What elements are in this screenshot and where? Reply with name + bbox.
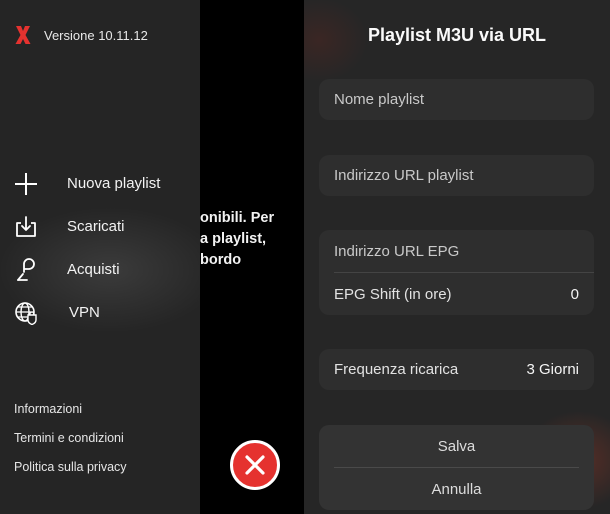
playlist-name-field[interactable]: Nome playlist <box>319 79 594 120</box>
menu-item-downloads[interactable]: Scaricati <box>0 205 200 248</box>
save-button[interactable]: Salva <box>319 425 594 467</box>
link-info[interactable]: Informazioni <box>14 400 127 429</box>
drawer-footer: Informazioni Termini e condizioni Politi… <box>14 400 127 487</box>
brand-header: Versione 10.11.12 <box>14 24 148 46</box>
playlist-url-field[interactable]: Indirizzo URL playlist <box>319 155 594 196</box>
reload-frequency-label: Frequenza ricarica <box>334 361 459 378</box>
epg-shift-label: EPG Shift (in ore) <box>334 285 452 303</box>
plus-icon <box>13 171 39 197</box>
menu-label-new-playlist: Nuova playlist <box>67 175 161 192</box>
close-icon <box>245 455 265 475</box>
background-line: bordo <box>200 252 242 268</box>
purchase-icon <box>13 257 39 283</box>
background-message: onibili. Per a playlist, bordo <box>200 208 304 271</box>
close-button[interactable] <box>230 440 280 490</box>
epg-group: Indirizzo URL EPG EPG Shift (in ore) 0 <box>319 230 594 315</box>
app-version: Versione 10.11.12 <box>44 27 148 43</box>
link-privacy[interactable]: Politica sulla privacy <box>14 458 127 487</box>
link-terms[interactable]: Termini e condizioni <box>14 429 127 458</box>
epg-url-placeholder: Indirizzo URL EPG <box>334 242 460 260</box>
globe-shield-icon <box>13 300 39 326</box>
playlist-url-placeholder: Indirizzo URL playlist <box>334 167 474 184</box>
menu-label-vpn: VPN <box>69 304 100 321</box>
epg-shift-row[interactable]: EPG Shift (in ore) 0 <box>334 273 579 315</box>
action-buttons: Salva Annulla <box>319 425 594 510</box>
epg-url-field[interactable]: Indirizzo URL EPG <box>334 230 579 272</box>
menu-label-purchases: Acquisti <box>67 261 120 278</box>
background-line: a playlist, <box>200 231 267 247</box>
menu-item-purchases[interactable]: Acquisti <box>0 248 200 291</box>
download-tray-icon <box>13 214 39 240</box>
reload-frequency-value[interactable]: 3 Giorni <box>526 361 579 378</box>
menu-item-vpn[interactable]: VPN <box>0 291 200 334</box>
cancel-button[interactable]: Annulla <box>319 468 594 510</box>
background-line: onibili. Per <box>200 210 275 226</box>
epg-shift-value[interactable]: 0 <box>571 286 579 303</box>
menu-item-new-playlist[interactable]: Nuova playlist <box>0 162 200 205</box>
app-logo-icon <box>15 26 31 44</box>
playlist-url-panel: Playlist M3U via URL Nome playlist Indir… <box>304 0 610 514</box>
panel-title: Playlist M3U via URL <box>367 25 547 45</box>
reload-frequency-row[interactable]: Frequenza ricarica 3 Giorni <box>319 349 594 390</box>
drawer-menu: Nuova playlist Scaricati Acquisti VPN <box>0 162 200 334</box>
side-drawer: Versione 10.11.12 Nuova playlist Scarica… <box>0 0 200 514</box>
playlist-name-placeholder: Nome playlist <box>334 91 425 108</box>
menu-label-downloads: Scaricati <box>67 218 125 235</box>
